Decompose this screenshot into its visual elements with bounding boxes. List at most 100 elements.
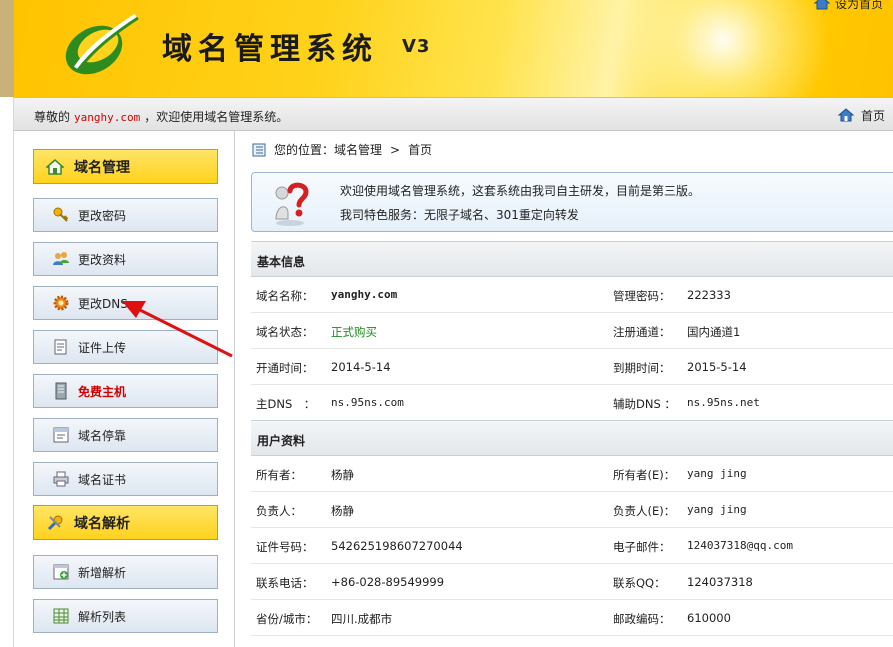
table-row: 域名状态： 正式购买 注册通道： 国内通道1 — [251, 313, 893, 349]
field-label: 电子邮件： — [613, 540, 671, 554]
status-value: 正式购买 — [331, 325, 377, 339]
list-icon — [252, 143, 266, 156]
welcome-username: yanghy.com — [74, 111, 141, 124]
section-basic-info: 基本信息 — [251, 241, 893, 277]
sidebar-item-domain-parking[interactable]: 域名停靠 — [33, 418, 218, 452]
printer-icon — [53, 471, 69, 487]
sidebar-group-domain-management[interactable]: 域名管理 — [33, 149, 218, 184]
sidebar-item-label: 解析列表 — [78, 609, 127, 624]
breadcrumb-separator: > — [390, 142, 401, 157]
document-icon — [54, 339, 67, 355]
field-label: 联系QQ： — [613, 576, 666, 590]
system-title: 域名管理系统 — [162, 32, 378, 67]
table-row: 省份/城市： 四川.成都市 邮政编码： 610000 — [251, 600, 893, 636]
field-value: 杨静 — [331, 468, 354, 482]
sidebar-group-domain-resolution[interactable]: 域名解析 — [33, 505, 218, 540]
server-icon — [55, 382, 67, 400]
table-row: 域名名称： yanghy.com 管理密码： 222333 — [251, 277, 893, 313]
key-icon — [53, 207, 69, 222]
field-label: 所有者： — [256, 468, 302, 482]
sidebar-item-change-dns[interactable]: 更改DNS — [33, 286, 218, 320]
field-label: 域名状态： — [256, 325, 314, 339]
welcome-bar: 尊敬的 yanghy.com ，欢迎使用域名管理系统。 首页 — [14, 97, 893, 131]
sidebar: 域名管理 更改密码 更改资料 更改DNS 证件上传 免费主机 域名停靠 域名证书… — [14, 131, 235, 647]
left-edge — [0, 97, 14, 647]
sidebar-item-free-host[interactable]: 免费主机 — [33, 374, 218, 408]
field-value: 610000 — [687, 611, 731, 625]
field-label: 域名名称： — [256, 289, 314, 303]
field-value: 542625198607270044 — [331, 539, 463, 553]
field-value: 124037318 — [687, 575, 753, 589]
page-icon — [53, 427, 69, 443]
field-value: yang jing — [687, 467, 747, 480]
add-page-icon — [53, 564, 69, 580]
sidebar-item-change-profile[interactable]: 更改资料 — [33, 242, 218, 276]
sidebar-group-label: 域名解析 — [74, 515, 130, 532]
welcome-suffix: ，欢迎使用域名管理系统。 — [144, 110, 289, 124]
sidebar-item-label: 新增解析 — [78, 565, 127, 580]
breadcrumb-section[interactable]: 域名管理 — [334, 141, 382, 158]
field-value: yanghy.com — [331, 288, 398, 301]
notice-line-2: 我司特色服务：无限子域名、301重定向转发 — [340, 208, 579, 222]
leaf-logo-icon — [65, 13, 139, 75]
main-content: 您的位置： 域名管理 > 首页 欢迎使用域名管理系统，这套系统由我司自主研发，目前… — [236, 131, 893, 647]
house-icon — [813, 0, 831, 10]
field-value: ns.95ns.com — [331, 396, 404, 409]
house-icon — [46, 158, 64, 175]
section-user-info: 用户资料 — [251, 420, 893, 456]
sidebar-item-label: 免费主机 — [78, 384, 127, 399]
sidebar-item-label: 更改资料 — [78, 252, 127, 267]
table-row: 开通时间： 2014-5-14 到期时间： 2015-5-14 — [251, 349, 893, 385]
welcome-text: 尊敬的 yanghy.com ，欢迎使用域名管理系统。 — [34, 108, 288, 125]
sidebar-item-add-resolution[interactable]: 新增解析 — [33, 555, 218, 589]
field-label: 管理密码： — [613, 289, 671, 303]
field-value: 杨静 — [331, 504, 354, 518]
sidebar-item-resolution-list[interactable]: 解析列表 — [33, 599, 218, 633]
field-value: 国内通道1 — [687, 325, 741, 339]
field-label: 负责人： — [256, 504, 302, 518]
breadcrumb-current: 首页 — [408, 143, 433, 157]
field-value: 四川.成都市 — [331, 612, 393, 626]
field-label: 到期时间： — [613, 361, 671, 375]
table-row: 联系电话： +86-028-89549999 联系QQ： 124037318 — [251, 564, 893, 600]
header-glow — [593, 0, 853, 97]
set-homepage-label: 设为首页 — [834, 0, 883, 11]
breadcrumb-prefix: 您的位置： — [274, 143, 335, 157]
sidebar-item-label: 域名停靠 — [78, 428, 127, 443]
field-label: 邮政编码： — [613, 612, 671, 626]
home-label: 首页 — [860, 108, 885, 123]
field-value: +86-028-89549999 — [331, 575, 445, 589]
sidebar-item-label: 证件上传 — [78, 340, 127, 355]
sidebar-item-domain-certificate[interactable]: 域名证书 — [33, 462, 218, 496]
field-value: 124037318@qq.com — [687, 539, 793, 552]
field-value: 2015-5-14 — [687, 360, 747, 374]
gear-icon — [53, 295, 69, 311]
question-figure-icon — [275, 182, 309, 226]
sidebar-item-label: 更改密码 — [78, 208, 127, 223]
users-icon — [53, 252, 69, 265]
field-label: 注册通道： — [613, 325, 671, 339]
field-label: 联系电话： — [256, 576, 314, 590]
field-value: ns.95ns.net — [687, 396, 760, 409]
sidebar-item-change-password[interactable]: 更改密码 — [33, 198, 218, 232]
field-label: 负责人(E)： — [613, 504, 676, 518]
table-row: 负责人： 杨静 负责人(E)： yang jing — [251, 492, 893, 528]
sidebar-item-label: 域名证书 — [78, 472, 127, 487]
system-version: V3 — [402, 36, 431, 57]
field-value: yang jing — [687, 503, 747, 516]
set-homepage-link[interactable]: 设为首页 — [813, 0, 883, 12]
table-icon — [53, 608, 69, 624]
field-label: 证件号码： — [256, 540, 314, 554]
home-icon — [837, 108, 855, 122]
welcome-notice: 欢迎使用域名管理系统，这套系统由我司自主研发，目前是第三版。 我司特色服务：无限… — [251, 172, 893, 232]
notice-line-1: 欢迎使用域名管理系统，这套系统由我司自主研发，目前是第三版。 — [340, 184, 701, 198]
page: 域名管理系统 V3 设为首页 尊敬的 yanghy.com ，欢迎使用域名管理系统。… — [0, 0, 893, 647]
field-label: 辅助DNS ： — [613, 397, 676, 411]
field-value: 2014-5-14 — [331, 360, 391, 374]
sidebar-item-upload-certificate[interactable]: 证件上传 — [33, 330, 218, 364]
sidebar-item-label: 更改DNS — [78, 296, 128, 311]
home-link[interactable]: 首页 — [837, 106, 885, 124]
field-value: 222333 — [687, 288, 731, 302]
tools-icon — [47, 515, 63, 530]
welcome-prefix: 尊敬的 — [34, 110, 71, 124]
